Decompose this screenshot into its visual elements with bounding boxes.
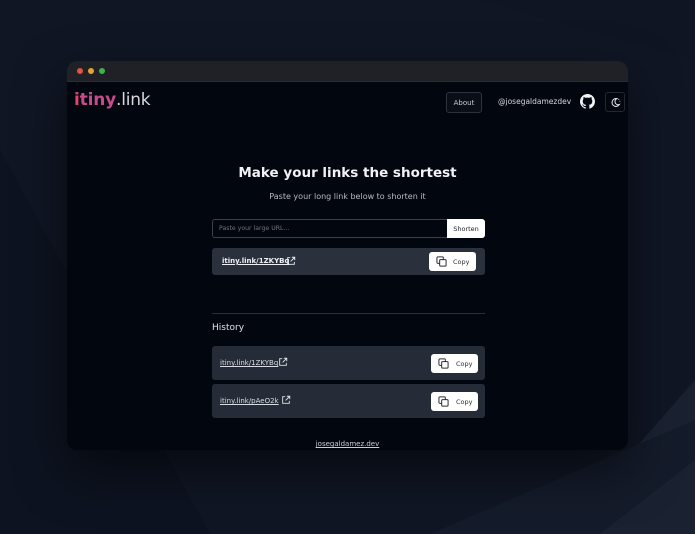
theme-toggle-button[interactable] — [605, 92, 625, 112]
result-short-link[interactable]: itiny.link/1ZKYBq — [222, 257, 290, 265]
url-input[interactable] — [212, 219, 447, 238]
about-button[interactable]: About — [446, 92, 482, 113]
author-handle-link[interactable]: @josegaldamezdev — [498, 97, 571, 106]
history-short-link[interactable]: itiny.link/1ZKYBq — [220, 359, 278, 367]
copy-icon — [438, 396, 449, 407]
github-icon[interactable] — [580, 94, 595, 109]
history-item: itiny.link/1ZKYBq Copy — [212, 346, 485, 380]
copy-icon — [438, 358, 449, 369]
history-title: History — [212, 323, 245, 333]
logo-tiny: tiny — [79, 90, 117, 110]
maximize-dot[interactable] — [99, 68, 105, 74]
history-copy-button[interactable]: Copy — [431, 354, 478, 373]
logo[interactable]: itiny.link — [74, 90, 151, 110]
external-link-icon[interactable] — [278, 357, 288, 367]
copy-label: Copy — [453, 258, 470, 266]
result-card: itiny.link/1ZKYBq Copy — [212, 248, 485, 275]
hero-subtitle: Paste your long link below to shorten it — [269, 192, 426, 201]
shorten-button[interactable]: Shorten — [447, 219, 485, 238]
external-link-icon[interactable] — [286, 256, 296, 266]
minimize-dot[interactable] — [88, 68, 94, 74]
copy-label: Copy — [456, 360, 473, 368]
hero-title: Make your links the shortest — [238, 165, 457, 181]
external-link-icon[interactable] — [281, 395, 291, 405]
history-short-link[interactable]: itiny.link/pAeO2k — [220, 397, 279, 405]
browser-window: itiny.link About @josegaldamezdev Make y… — [67, 61, 628, 450]
divider — [212, 313, 485, 314]
copy-icon — [436, 256, 447, 267]
logo-link: .link — [115, 90, 151, 110]
navbar: itiny.link About @josegaldamezdev — [67, 82, 628, 122]
close-dot[interactable] — [77, 68, 83, 74]
result-copy-button[interactable]: Copy — [429, 252, 476, 271]
theme-toggle-icon — [611, 97, 621, 107]
copy-label: Copy — [456, 398, 473, 406]
window-titlebar — [67, 61, 628, 82]
footer-link[interactable]: josegaldamez.dev — [67, 440, 628, 448]
history-item: itiny.link/pAeO2k Copy — [212, 384, 485, 418]
history-copy-button[interactable]: Copy — [431, 392, 478, 411]
